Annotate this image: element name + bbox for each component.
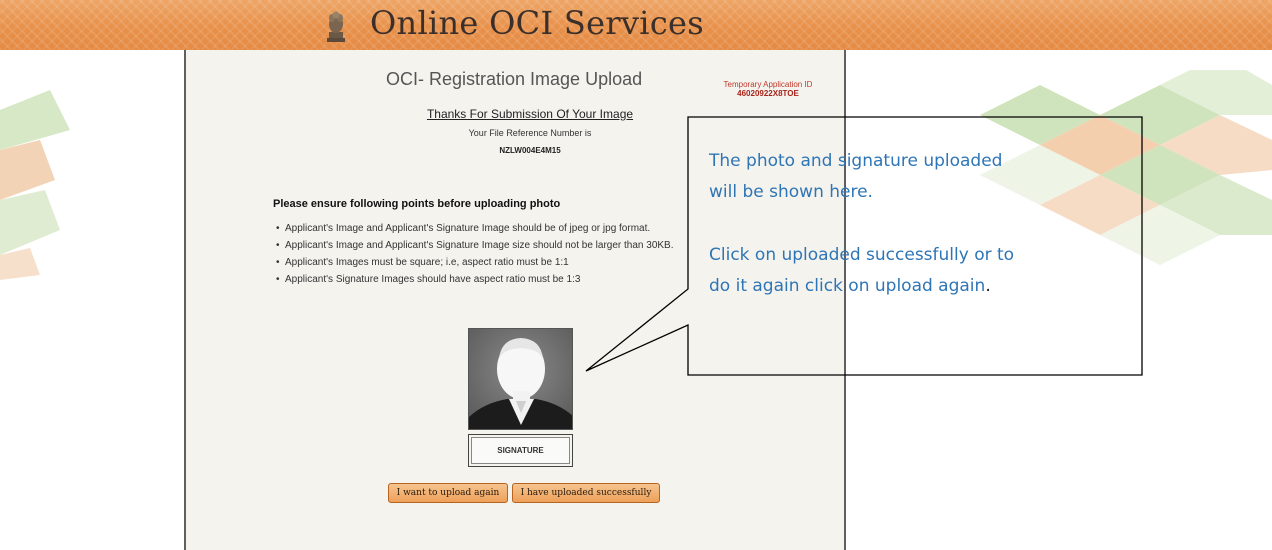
temp-application-id-label: Temporary Application ID (723, 80, 813, 89)
callout-line: The photo and signature uploaded (709, 151, 1003, 171)
file-reference-number: NZLW004E4M15 (499, 146, 561, 155)
list-item: Applicant's Images must be square; i.e, … (276, 254, 674, 271)
file-reference-label: Your File Reference Number is (468, 128, 592, 138)
callout-line: do it again click on upload again. (709, 271, 1129, 302)
list-item: Applicant's Image and Applicant's Signat… (276, 220, 674, 237)
callout-text-top: The photo and signature uploaded will be… (709, 146, 1129, 208)
uploaded-photo (468, 328, 573, 430)
signature-label: SIGNATURE (471, 437, 570, 464)
list-item: Applicant's Signature Images should have… (276, 271, 674, 288)
header-band: Online OCI Services (0, 0, 1272, 50)
callout-period: . (985, 276, 991, 296)
uploaded-signature: SIGNATURE (468, 434, 573, 467)
callout-line-text: do it again click on upload again (709, 276, 986, 296)
national-emblem-icon (327, 11, 345, 42)
thanks-message: Thanks For Submission Of Your Image (426, 107, 634, 121)
callout-line: Click on uploaded successfully or to (709, 245, 1015, 265)
left-decoration (0, 90, 70, 280)
upload-again-button[interactable]: I want to upload again (388, 483, 508, 503)
site-title: Online OCI Services (370, 4, 705, 42)
uploaded-successfully-button[interactable]: I have uploaded successfully (512, 483, 660, 503)
list-item: Applicant's Image and Applicant's Signat… (276, 237, 674, 254)
person-silhouette-icon (469, 329, 572, 429)
temp-application-id-value: 46020922X8TOE (737, 89, 799, 98)
page-title: OCI- Registration Image Upload (386, 69, 643, 89)
callout-text-bottom: Click on uploaded successfully or to do … (709, 240, 1129, 302)
instructions-list: Applicant's Image and Applicant's Signat… (276, 220, 674, 288)
callout-line: will be shown here. (709, 182, 873, 202)
instructions-heading: Please ensure following points before up… (273, 198, 561, 210)
